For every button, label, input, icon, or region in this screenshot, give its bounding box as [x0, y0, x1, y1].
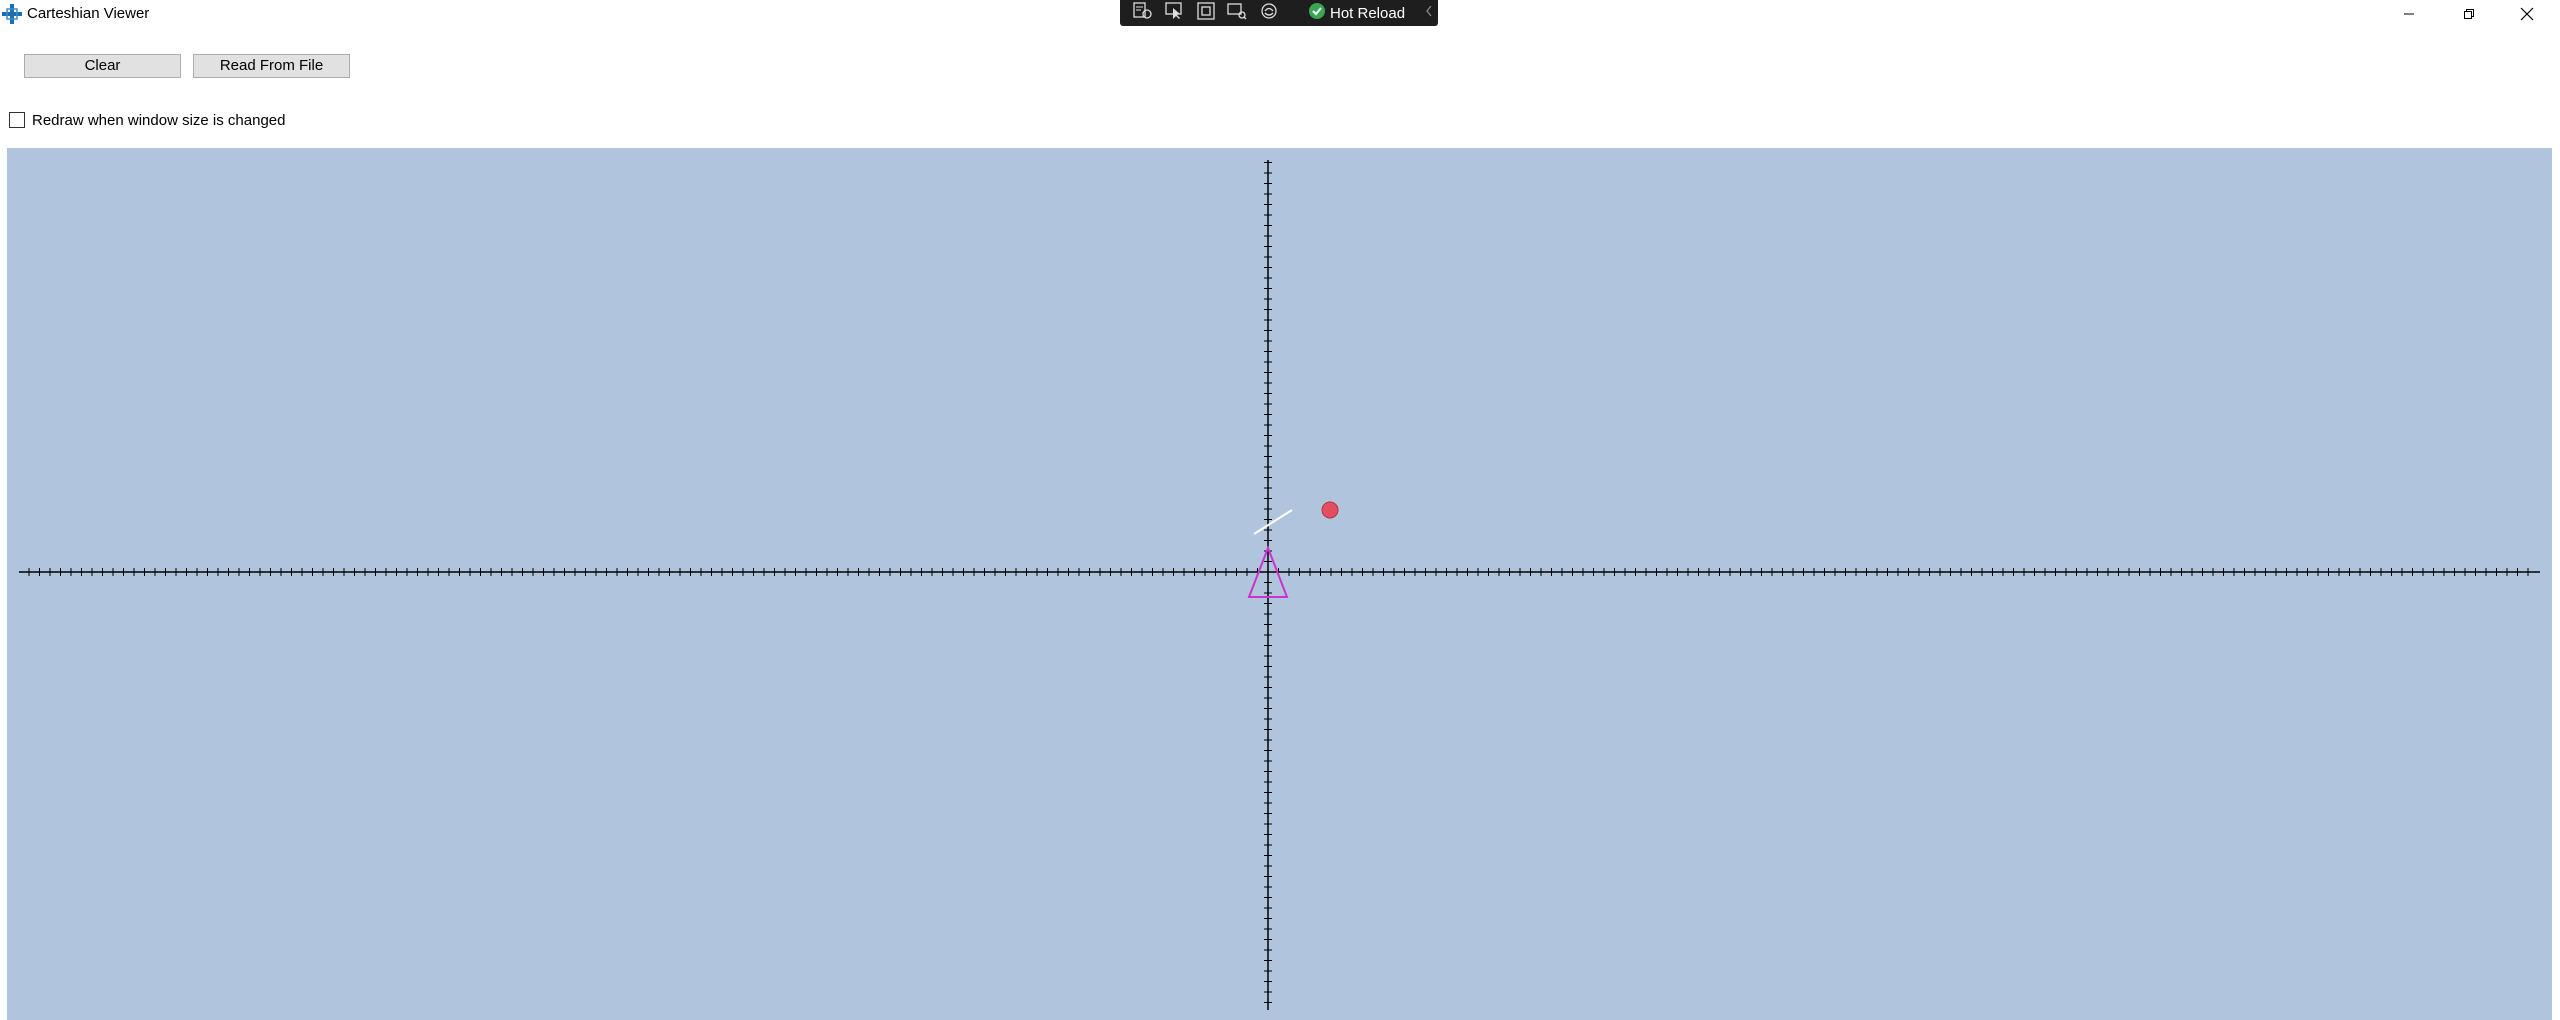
clear-button[interactable]: Clear — [24, 54, 181, 78]
select-element-icon — [1165, 1, 1185, 25]
display-adorners-button[interactable] — [1193, 1, 1219, 25]
hot-reload-button[interactable]: Hot Reload — [1308, 0, 1405, 26]
display-adorners-icon — [1197, 1, 1215, 25]
app-window: Carteshian Viewer Hot Reload Clear Read … — [0, 0, 2560, 1020]
collapse-toolbar-button[interactable] — [1416, 3, 1442, 23]
red-point — [1321, 501, 1339, 519]
plot-surface — [19, 160, 2540, 1010]
checkmark-icon — [1308, 2, 1326, 25]
hot-reload-label: Hot Reload — [1330, 4, 1406, 22]
binding-failures-icon — [1259, 2, 1279, 25]
live-visual-tree-button[interactable] — [1130, 1, 1156, 25]
xaml-debug-toolbar: Hot Reload — [1120, 0, 1438, 26]
cartesian-canvas[interactable] — [7, 148, 2552, 1020]
redraw-label: Redraw when window size is changed — [32, 111, 286, 129]
restore-icon — [2463, 8, 2475, 20]
redraw-option[interactable]: Redraw when window size is changed — [9, 111, 285, 129]
track-focus-button[interactable] — [1224, 2, 1250, 25]
close-icon — [2520, 7, 2534, 21]
close-button[interactable] — [2498, 0, 2556, 28]
track-focus-icon — [1227, 2, 1247, 25]
binding-failures-button[interactable] — [1256, 2, 1282, 25]
select-element-button[interactable] — [1162, 1, 1188, 25]
chevron-left-icon — [1424, 4, 1434, 23]
minimize-icon — [2403, 8, 2415, 20]
minimize-button[interactable] — [2380, 0, 2438, 28]
window-title: Carteshian Viewer — [27, 5, 150, 22]
redraw-checkbox[interactable] — [9, 112, 25, 128]
crosshair-app-icon — [2, 4, 22, 24]
read-from-file-button[interactable]: Read From File — [193, 54, 350, 78]
live-visual-tree-icon — [1133, 1, 1153, 25]
restore-button[interactable] — [2440, 0, 2498, 28]
white-segment — [1253, 509, 1293, 535]
